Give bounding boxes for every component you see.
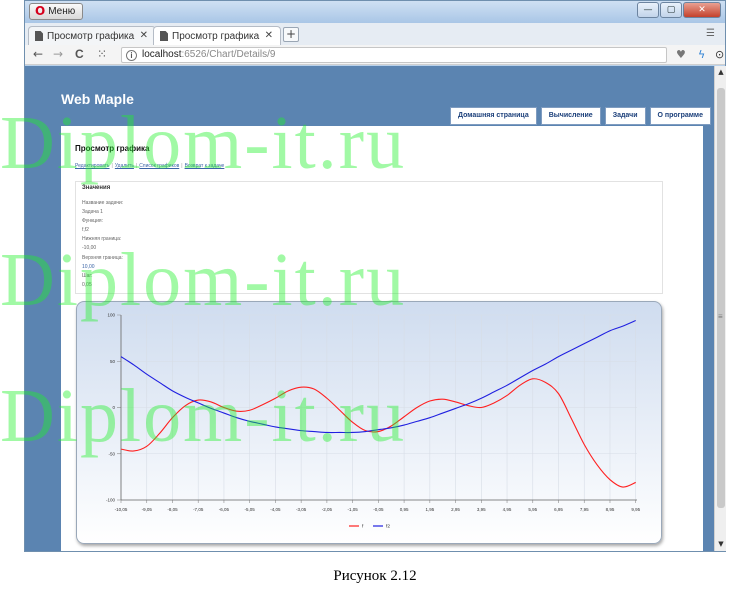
scroll-down-arrow-icon[interactable]: ▼ [715,540,727,548]
opera-logo-icon: O [35,4,46,18]
scroll-thumb[interactable] [717,88,725,508]
document-icon [35,31,43,41]
main-content: Просмотр графика Редактировать | Удалить | С… [61,126,703,551]
x-tick-label: 9,95 [631,507,640,512]
x-tick-label: -7,05 [193,507,204,512]
site-title: Web Maple [61,91,134,107]
tab-label: Просмотр графика [47,30,135,42]
minimize-button[interactable]: — [637,2,659,18]
lower-bound-value: -10,00 [82,245,97,252]
link-separator: | [181,163,183,169]
y-tick-label: 100 [107,313,115,318]
maximize-button[interactable]: ▢ [660,2,682,18]
x-tick-label: -4,05 [270,507,281,512]
link-separator: | [135,163,138,169]
tab-label: Просмотр графика [172,30,260,42]
page-title: Просмотр графика [75,144,150,153]
x-tick-label: 6,95 [554,507,563,512]
vertical-scrollbar[interactable]: ▲ ≡ ▼ [714,66,726,551]
scroll-up-arrow-icon[interactable]: ▲ [715,68,727,76]
site-navigation: Домашняя страница Вычисление Задачи О пр… [446,107,712,125]
x-tick-label: -9,05 [142,507,153,512]
screenshot-root: O Меню — ▢ ✕ Просмотр графика ✕ Просмотр… [0,0,750,600]
x-tick-label: 0,95 [400,507,409,512]
opera-menu-label: Меню [48,6,76,17]
y-tick-label: -50 [108,451,115,456]
nav-tasks[interactable]: Задачи [604,107,646,125]
step-label: Шаг: [82,272,93,279]
new-tab-button[interactable]: + [283,27,299,42]
back-button[interactable]: ← [33,47,43,62]
nav-home[interactable]: Домашняя страница [450,107,537,125]
close-window-button[interactable]: ✕ [683,2,721,18]
nav-about[interactable]: О программе [649,107,712,125]
url-host: localhost [142,49,182,60]
window-controls: — ▢ ✕ [637,2,721,18]
x-tick-label: 7,95 [580,507,589,512]
download-icon[interactable]: ⊙ [715,48,724,62]
upper-bound-value: 10,00 [82,263,95,270]
speed-dial-button[interactable]: ⁙ [97,47,107,62]
x-tick-label: -5,05 [245,507,256,512]
x-tick-label: 1,95 [425,507,434,512]
tab-bar: Просмотр графика ✕ Просмотр графика ✕ + … [25,23,725,45]
site-info-icon[interactable]: i [126,50,137,61]
document-icon [160,31,168,41]
chart-list-link[interactable]: Список графиков [139,163,179,169]
chart-panel: -10,05 -9,05 -8,05 -7,05 -6,05 -5,05 -4,05 -3,0… [76,301,662,544]
y-tick-label: -100 [106,498,116,503]
legend-label-f: f [362,524,364,530]
scroll-grip-icon: ≡ [718,312,723,321]
values-fieldset: Значения Название задачи: Задача 1 Функц… [75,181,663,294]
url-input[interactable]: i localhost:6526/Chart/Details/9 [121,47,667,63]
heart-icon[interactable]: ♥ [676,48,686,62]
tab-menu-icon[interactable]: ☰ [706,28,715,39]
x-tick-label: 5,95 [528,507,537,512]
tab-chart-view-2[interactable]: Просмотр графика ✕ [153,26,281,45]
title-bar: O Меню — ▢ ✕ [25,1,725,23]
x-tick-label: 2,95 [451,507,460,512]
bolt-icon[interactable]: ϟ [698,48,705,62]
browser-window: O Меню — ▢ ✕ Просмотр графика ✕ Просмотр… [24,0,726,552]
step-value: 0,05 [82,281,92,288]
function-value: f,f2 [82,227,89,234]
task-name-value: Задача 1 [82,209,103,216]
legend-label-f2: f2 [386,524,390,530]
tab-close-icon[interactable]: ✕ [140,30,148,41]
y-tick-label: 0 [112,405,115,410]
y-tick-label: 50 [110,359,116,364]
x-tick-label: -10,05 [115,507,128,512]
x-tick-label: 8,95 [606,507,615,512]
url-path: :6526/Chart/Details/9 [181,49,276,60]
edit-link[interactable]: Редактировать [75,163,110,169]
forward-button[interactable]: → [53,47,63,62]
figure-caption: Рисунок 2.12 [333,568,417,584]
x-tick-label: -6,05 [219,507,230,512]
back-to-task-link[interactable]: Возврат к задаче [185,163,225,169]
tab-close-icon[interactable]: ✕ [265,30,273,41]
task-name-label: Название задачи: [82,200,124,206]
reload-button[interactable]: C [75,47,84,62]
link-separator: | [111,163,113,169]
nav-calculation[interactable]: Вычисление [540,107,601,125]
x-tick-label: 3,95 [477,507,486,512]
address-bar: ← → C ⁙ i localhost:6526/Chart/Details/9… [25,45,725,65]
page-viewport: Web Maple Домашняя страница Вычисление З… [25,66,714,551]
delete-link[interactable]: Удалить [115,163,134,169]
values-heading: Значения [82,185,111,191]
function-chart: -10,05 -9,05 -8,05 -7,05 -6,05 -5,05 -4,05 -3,0… [106,313,641,530]
x-tick-label: -1,05 [347,507,358,512]
lower-bound-label: Нижняя граница: [82,236,122,243]
tab-chart-view-1[interactable]: Просмотр графика ✕ [28,26,156,45]
opera-menu-button[interactable]: O Меню [29,3,84,20]
x-tick-label: -3,05 [296,507,307,512]
values-list: Название задачи: Задача 1 Функция: f,f2 … [82,199,123,290]
x-tick-label: -0,05 [373,507,384,512]
function-label: Функция: [82,218,104,225]
upper-bound-label: Верхняя граница: [82,254,123,261]
x-tick-label: -2,05 [322,507,333,512]
x-tick-label: -8,05 [167,507,178,512]
x-tick-label: 4,95 [503,507,512,512]
action-links: Редактировать | Удалить | Список графиков | Во… [75,163,224,169]
